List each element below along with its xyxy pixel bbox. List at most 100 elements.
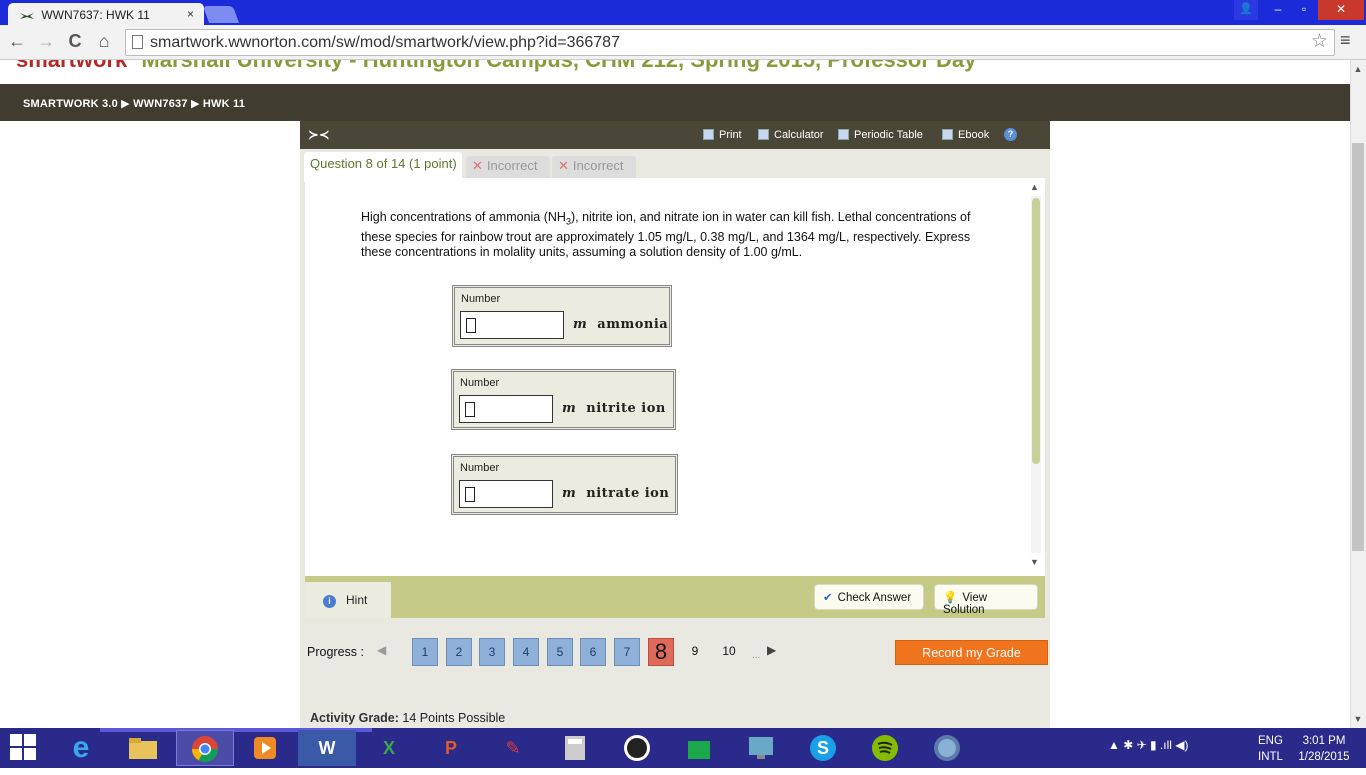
bookmark-star-icon[interactable]: ☆ bbox=[1311, 30, 1328, 53]
page-button-7[interactable]: 7 bbox=[614, 638, 640, 666]
periodic-table-button[interactable]: Periodic Table bbox=[838, 129, 923, 141]
minimize-button[interactable]: – bbox=[1266, 0, 1290, 20]
chrome-icon[interactable] bbox=[176, 730, 234, 766]
content-scroll-thumb[interactable] bbox=[1032, 198, 1040, 464]
smartwork-favicon bbox=[20, 13, 34, 19]
print-button[interactable]: Print bbox=[703, 129, 742, 141]
calculator-app-icon[interactable] bbox=[546, 730, 604, 766]
page-button-5[interactable]: 5 bbox=[547, 638, 573, 666]
check-answer-button[interactable]: ✔ Check Answer bbox=[814, 584, 924, 610]
activity-grade: Activity Grade: 14 Points Possible bbox=[310, 711, 506, 725]
calculator-button[interactable]: Calculator bbox=[758, 129, 824, 141]
powerpoint-icon[interactable]: P bbox=[422, 730, 480, 766]
page-button-6[interactable]: 6 bbox=[580, 638, 606, 666]
new-tab-button[interactable] bbox=[202, 6, 240, 23]
scroll-down-arrow[interactable]: ▼ bbox=[1350, 714, 1366, 724]
ebook-label: Ebook bbox=[958, 129, 990, 141]
info-icon: i bbox=[323, 595, 336, 608]
help-icon[interactable]: ? bbox=[1004, 128, 1017, 141]
page-button-3[interactable]: 3 bbox=[479, 638, 505, 666]
breadcrumb-separator: ▶ bbox=[190, 98, 200, 110]
page-button-4[interactable]: 4 bbox=[513, 638, 539, 666]
acrobat-icon[interactable]: ✎ bbox=[484, 730, 542, 766]
view-solution-button[interactable]: 💡 View Solution bbox=[934, 584, 1038, 616]
ebook-button[interactable]: Ebook bbox=[942, 129, 989, 141]
language-indicator[interactable]: ENG INTL bbox=[1258, 733, 1283, 765]
system-tray-icons[interactable]: ▲ ✱ ✈ ▮ .ıll ◀) bbox=[1108, 738, 1188, 752]
page-button-1[interactable]: 1 bbox=[412, 638, 438, 666]
nitrate-input[interactable] bbox=[459, 480, 553, 508]
tab-title: WWN7637: HWK 11 bbox=[41, 8, 150, 22]
attempt-label: Incorrect bbox=[572, 158, 624, 173]
breadcrumb-smartwork[interactable]: SMARTWORK 3.0 bbox=[23, 98, 118, 110]
home-icon[interactable]: ⌂ bbox=[93, 31, 115, 52]
ebook-icon bbox=[942, 129, 953, 140]
record-grade-button[interactable]: Record my Grade bbox=[895, 640, 1048, 665]
print-icon bbox=[703, 129, 714, 140]
question-text: High concentrations of ammonia (NH3), ni… bbox=[361, 210, 971, 259]
calculator-label: Calculator bbox=[774, 129, 824, 141]
clock[interactable]: 3:01 PM 1/28/2015 bbox=[1296, 733, 1352, 765]
page-button-2[interactable]: 2 bbox=[446, 638, 472, 666]
maximize-button[interactable]: ▫ bbox=[1292, 0, 1316, 20]
answer-box-ammonia: Number m ammonia bbox=[452, 285, 672, 347]
internet-explorer-icon[interactable]: e bbox=[52, 730, 110, 766]
address-bar[interactable]: smartwork.wwnorton.com/sw/mod/smartwork/… bbox=[125, 29, 1335, 56]
breadcrumb: SMARTWORK 3.0 ▶ WWN7637 ▶ HWK 11 bbox=[0, 84, 1350, 121]
panel-toolbar bbox=[300, 121, 1050, 149]
hint-button[interactable]: i Hint bbox=[305, 582, 391, 618]
user-icon[interactable]: 👤 bbox=[1234, 0, 1258, 20]
answer-label: Number bbox=[461, 293, 501, 305]
page-button-8-current[interactable]: 8 bbox=[648, 638, 674, 666]
media-player-icon[interactable] bbox=[236, 730, 294, 766]
reload-icon[interactable]: C bbox=[64, 31, 86, 52]
answer-box-nitrate: Number m nitrate ion bbox=[451, 454, 678, 515]
unit-label: m nitrate ion bbox=[562, 486, 670, 501]
course-title: Marshall University - Huntington Campus,… bbox=[141, 60, 976, 72]
ble-icon[interactable] bbox=[608, 730, 666, 766]
tab-close-icon[interactable]: × bbox=[187, 7, 194, 21]
windows-start-icon[interactable] bbox=[10, 734, 38, 762]
norton-logo-icon: ≻≺ bbox=[308, 127, 330, 142]
nitrite-input[interactable] bbox=[459, 395, 553, 423]
checkmark-icon: ✔ bbox=[823, 592, 833, 604]
x-mark-icon: ✕ bbox=[558, 158, 569, 173]
calculator-icon bbox=[758, 129, 769, 140]
breadcrumb-course[interactable]: WWN7637 bbox=[133, 98, 188, 110]
content-scroll-down[interactable]: ▼ bbox=[1030, 557, 1039, 567]
browser-menu-icon[interactable]: ≡ bbox=[1340, 30, 1351, 51]
periodic-table-icon bbox=[838, 129, 849, 140]
browser-tab[interactable]: WWN7637: HWK 11 × bbox=[8, 3, 204, 25]
answer-label: Number bbox=[460, 462, 500, 474]
attempt-label: Incorrect bbox=[486, 158, 538, 173]
course-banner: smartwork Marshall University - Huntingt… bbox=[0, 60, 1350, 84]
excel-icon[interactable]: X bbox=[360, 730, 418, 766]
scroll-up-arrow[interactable]: ▲ bbox=[1350, 64, 1366, 74]
skype-icon[interactable]: S bbox=[794, 730, 852, 766]
forward-icon[interactable]: → bbox=[35, 31, 57, 52]
close-window-button[interactable]: ✕ bbox=[1318, 0, 1364, 20]
content-scroll-up[interactable]: ▲ bbox=[1030, 182, 1039, 192]
breadcrumb-assignment[interactable]: HWK 11 bbox=[203, 98, 245, 110]
page-scroll-thumb[interactable] bbox=[1352, 143, 1364, 551]
x-mark-icon: ✕ bbox=[472, 158, 483, 173]
progress-label: Progress : bbox=[307, 645, 364, 659]
file-explorer-icon[interactable] bbox=[114, 730, 172, 766]
word-icon[interactable]: W bbox=[298, 730, 356, 766]
page-button-10[interactable]: 10 bbox=[716, 638, 742, 666]
spotify-icon[interactable] bbox=[856, 730, 914, 766]
page-button-9[interactable]: 9 bbox=[682, 638, 708, 666]
page-icon bbox=[132, 35, 143, 49]
globe-icon[interactable] bbox=[918, 730, 976, 766]
ammonia-input[interactable] bbox=[460, 311, 564, 339]
tab-attempt-2[interactable]: ✕ Incorrect bbox=[552, 156, 636, 178]
tab-attempt-1[interactable]: ✕ Incorrect bbox=[466, 156, 550, 178]
monitor-icon[interactable] bbox=[732, 730, 790, 766]
store-icon[interactable] bbox=[670, 730, 728, 766]
back-icon[interactable]: ← bbox=[6, 31, 28, 52]
breadcrumb-separator: ▶ bbox=[121, 98, 130, 110]
next-page-arrow[interactable]: ▶ bbox=[767, 643, 776, 657]
prev-page-arrow[interactable]: ◀ bbox=[377, 643, 386, 657]
smartwork-logo: smartwork bbox=[16, 60, 127, 72]
hint-label: Hint bbox=[346, 593, 368, 607]
